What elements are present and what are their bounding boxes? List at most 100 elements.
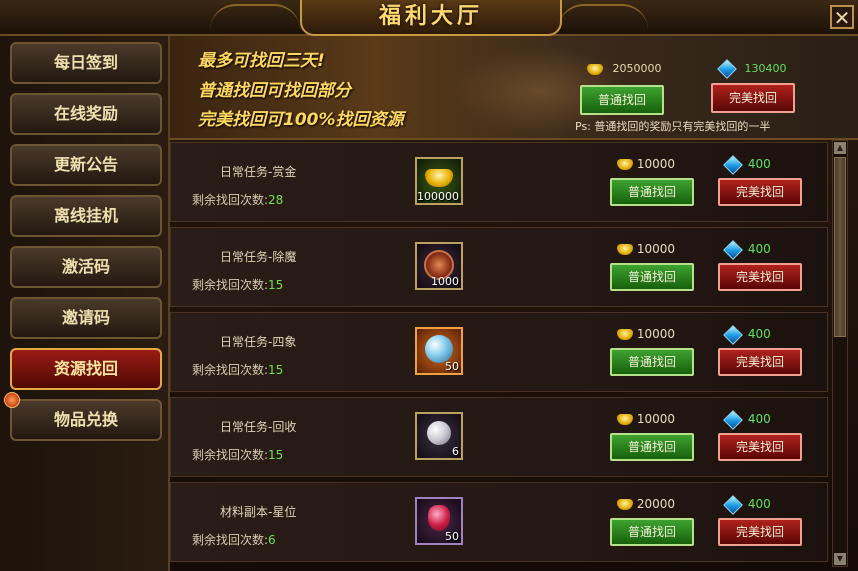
diamond-balance: 130400 <box>717 59 787 79</box>
title-ornament-right <box>558 4 648 30</box>
normal-recover-button[interactable]: 普通找回 <box>610 263 694 291</box>
banner-line-2: 普通找回可找回部分 <box>198 81 351 101</box>
pearl-graphic <box>427 421 451 445</box>
gold-cost: 10000 <box>617 157 675 171</box>
diamond-cost-value: 400 <box>747 242 771 256</box>
remaining-label: 剩余找回次数: <box>192 533 269 547</box>
diamond-icon <box>723 239 743 260</box>
sidebar-item-offline-afk[interactable]: 离线挂机 <box>10 195 162 237</box>
title-plate: 福利大厅 <box>300 0 562 36</box>
perfect-recover-button[interactable]: 完美找回 <box>718 433 802 461</box>
red-gem-icon[interactable]: 50 <box>415 497 463 545</box>
item-count: 50 <box>445 360 459 373</box>
red-gem-graphic <box>428 505 450 531</box>
diamond-cost: 400 <box>723 494 771 515</box>
perfect-recover-button[interactable]: 完美找回 <box>718 518 802 546</box>
gold-cost-value: 10000 <box>636 412 676 426</box>
gold-cost-value: 10000 <box>636 157 676 171</box>
diamond-icon <box>723 154 743 175</box>
sidebar-item-activation-code[interactable]: 激活码 <box>10 246 162 288</box>
remaining-count: 剩余找回次数:28 <box>192 191 283 208</box>
remaining-value: 15 <box>268 363 284 377</box>
normal-recover-button[interactable]: 普通找回 <box>610 178 694 206</box>
remaining-value: 15 <box>268 448 284 462</box>
perfect-recover-button[interactable]: 完美找回 <box>718 348 802 376</box>
normal-recover-button[interactable]: 普通找回 <box>610 518 694 546</box>
remaining-value: 6 <box>268 533 276 547</box>
window-title: 福利大厅 <box>378 3 483 29</box>
gold-cost: 10000 <box>617 412 675 426</box>
diamond-cost-value: 400 <box>747 157 771 171</box>
remaining-count: 剩余找回次数:15 <box>192 276 283 293</box>
recovery-note: Ps: 普通找回的奖励只有完美找回的一半 <box>575 120 771 133</box>
diamond-cost-value: 400 <box>747 497 771 511</box>
list-item: 日常任务-四象 剩余找回次数:15 50 10000 400 普通找回 完美找回 <box>170 312 828 392</box>
list-item: 日常任务-除魔 剩余找回次数:15 1000 10000 400 普通找回 完美… <box>170 227 828 307</box>
gold-ingot-icon <box>617 159 633 170</box>
bronze-medal-icon[interactable]: 1000 <box>415 242 463 290</box>
remaining-label: 剩余找回次数: <box>192 448 269 462</box>
remaining-value: 28 <box>268 193 284 207</box>
scroll-up-icon[interactable]: ▲ <box>834 142 846 154</box>
task-name: 材料副本-星位 <box>220 505 297 519</box>
remaining-value: 15 <box>268 278 284 292</box>
diamond-icon <box>723 409 743 430</box>
sidebar-item-invite-code[interactable]: 邀请码 <box>10 297 162 339</box>
diamond-balance-value: 130400 <box>744 62 787 75</box>
list-item: 日常任务-回收 剩余找回次数:15 6 10000 400 普通找回 完美找回 <box>170 397 828 477</box>
gold-ingot-icon <box>617 329 633 340</box>
sidebar-item-update-notice[interactable]: 更新公告 <box>10 144 162 186</box>
gold-ingot-icon <box>587 63 603 75</box>
remaining-label: 剩余找回次数: <box>192 363 269 377</box>
recovery-list: 日常任务-赏金 剩余找回次数:28 100000 10000 400 普通找回 … <box>170 140 830 571</box>
crystal-orb-icon[interactable]: 50 <box>415 327 463 375</box>
diamond-cost-value: 400 <box>747 327 771 341</box>
sidebar-item-daily-signin[interactable]: 每日签到 <box>10 42 162 84</box>
pearl-icon[interactable]: 6 <box>415 412 463 460</box>
sidebar-item-item-exchange[interactable]: 物品兑换 <box>10 399 162 441</box>
title-bar: 福利大厅 ✕ <box>0 0 858 36</box>
diamond-icon <box>723 494 743 515</box>
gold-cost-value: 20000 <box>636 497 676 511</box>
diamond-icon <box>723 324 743 345</box>
item-count: 6 <box>452 445 459 458</box>
scroll-down-icon[interactable]: ▼ <box>834 553 846 565</box>
scroll-thumb[interactable] <box>834 157 846 337</box>
diamond-cost: 400 <box>723 154 771 175</box>
normal-recover-all-button[interactable]: 普通找回 <box>580 85 664 115</box>
diamond-cost: 400 <box>723 239 771 260</box>
gold-balance-value: 2050000 <box>612 62 662 75</box>
orb-graphic <box>425 335 453 363</box>
perfect-recover-all-button[interactable]: 完美找回 <box>711 83 795 113</box>
diamond-cost-value: 400 <box>747 412 771 426</box>
item-count: 100000 <box>417 190 459 203</box>
normal-recover-button[interactable]: 普通找回 <box>610 433 694 461</box>
gold-cost: 10000 <box>617 327 675 341</box>
task-name: 日常任务-除魔 <box>220 250 297 264</box>
ingot-graphic <box>425 169 453 187</box>
list-item: 日常任务-赏金 剩余找回次数:28 100000 10000 400 普通找回 … <box>170 142 828 222</box>
remaining-count: 剩余找回次数:15 <box>192 361 283 378</box>
diamond-icon <box>717 59 737 79</box>
remaining-count: 剩余找回次数:6 <box>192 531 276 548</box>
title-ornament-left <box>210 4 300 30</box>
list-item: 材料副本-星位 剩余找回次数:6 50 20000 400 普通找回 完美找回 <box>170 482 828 562</box>
normal-recover-button[interactable]: 普通找回 <box>610 348 694 376</box>
perfect-recover-button[interactable]: 完美找回 <box>718 263 802 291</box>
remaining-label: 剩余找回次数: <box>192 193 269 207</box>
sidebar-item-online-reward[interactable]: 在线奖励 <box>10 93 162 135</box>
diamond-cost: 400 <box>723 409 771 430</box>
close-button[interactable]: ✕ <box>830 5 854 29</box>
notification-dot <box>4 392 20 408</box>
gold-cost-value: 10000 <box>636 327 676 341</box>
gold-ingot-icon[interactable]: 100000 <box>415 157 463 205</box>
welfare-window: 福利大厅 ✕ 每日签到 在线奖励 更新公告 离线挂机 激活码 邀请码 资源找回 … <box>0 0 858 571</box>
sidebar-item-resource-recovery[interactable]: 资源找回 <box>10 348 162 390</box>
list-scrollbar[interactable]: ▲ ▼ <box>832 140 848 567</box>
gold-cost: 10000 <box>617 242 675 256</box>
item-count: 1000 <box>431 275 459 288</box>
gold-balance: 2050000 <box>587 62 662 75</box>
diamond-cost: 400 <box>723 324 771 345</box>
gold-ingot-icon <box>617 244 633 255</box>
perfect-recover-button[interactable]: 完美找回 <box>718 178 802 206</box>
